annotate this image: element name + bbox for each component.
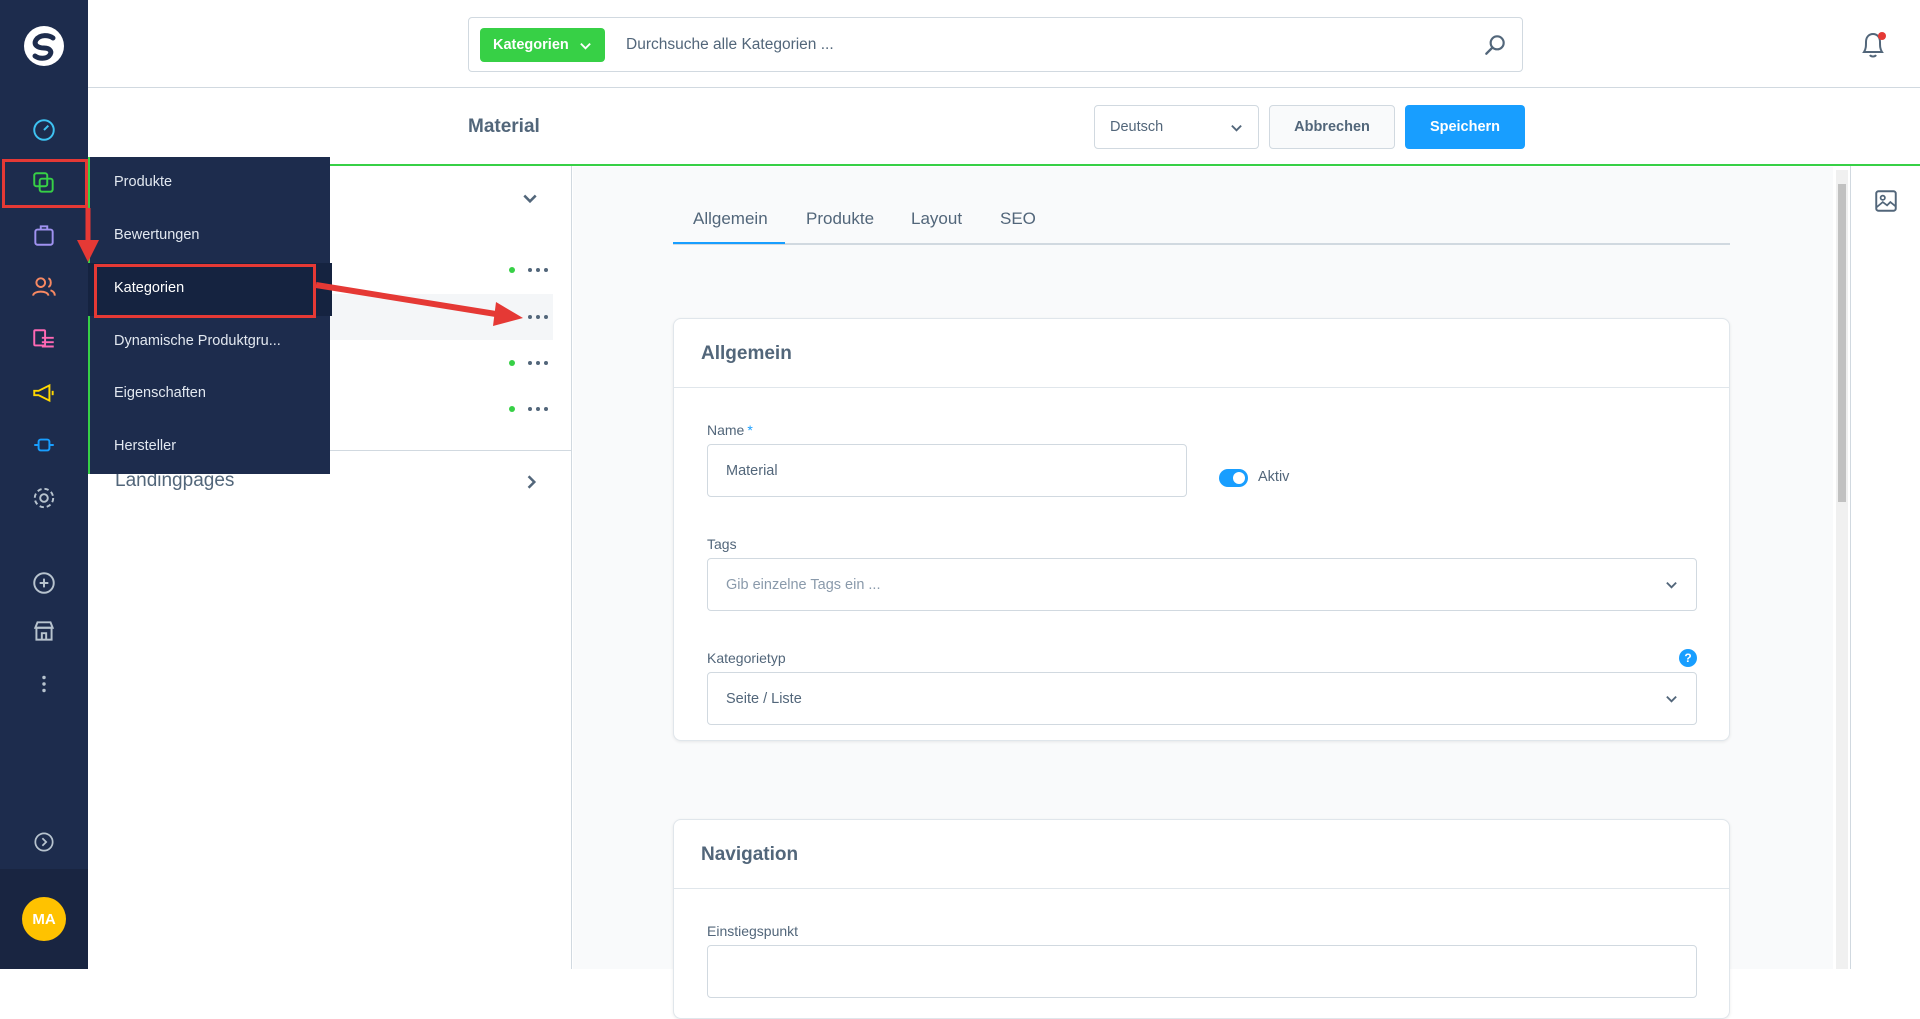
arrow-down-icon bbox=[77, 208, 99, 262]
tutorial-arrows bbox=[77, 208, 523, 326]
arrow-right-icon bbox=[315, 282, 523, 326]
